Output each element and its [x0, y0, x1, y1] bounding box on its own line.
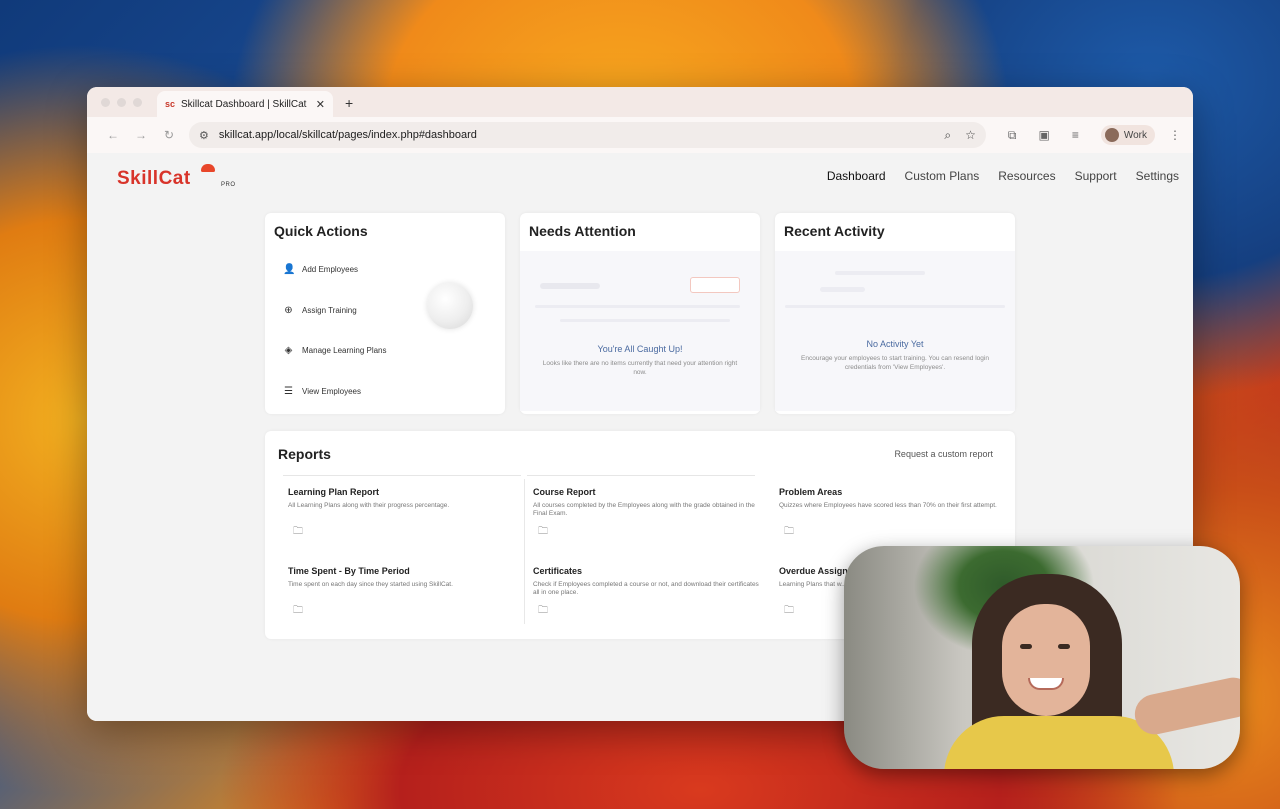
bookmark-star-icon[interactable]: ☆	[965, 128, 976, 143]
report-time-spent[interactable]: Time Spent - By Time Period Time spent o…	[288, 566, 518, 620]
back-icon[interactable]: ←	[99, 128, 127, 142]
logo-pro-label: PRO	[221, 182, 236, 188]
folder-icon[interactable]: 🗀	[293, 524, 518, 541]
tab-strip: sc Skillcat Dashboard | SkillCat ✕ +	[87, 87, 1193, 117]
extensions-icon[interactable]: ⧉	[1008, 128, 1017, 143]
add-user-icon: 👤	[283, 264, 296, 275]
list-icon: ☰	[284, 386, 293, 397]
loading-spinner	[427, 283, 473, 329]
report-title: Certificates	[533, 566, 583, 576]
presenter-eye	[1020, 644, 1032, 649]
nav-settings[interactable]: Settings	[1136, 169, 1179, 183]
request-custom-report-link[interactable]: Request a custom report	[894, 449, 993, 459]
tag-icon: ◈	[284, 345, 293, 356]
site-info-icon[interactable]: ⚙	[199, 129, 209, 142]
divider	[283, 475, 521, 476]
recent-activity-title: Recent Activity	[784, 223, 885, 239]
hard-hat-icon	[201, 164, 215, 172]
address-bar[interactable]: ⚙ skillcat.app/local/skillcat/pages/inde…	[189, 122, 986, 148]
reload-icon[interactable]: ↻	[155, 128, 183, 142]
caught-up-heading: You're All Caught Up!	[597, 344, 683, 354]
needs-attention-title: Needs Attention	[529, 223, 636, 239]
add-employees-action[interactable]: 👤 Add Employees	[283, 264, 358, 275]
empty-state-backdrop	[775, 251, 1015, 411]
reading-list-icon[interactable]: ≡	[1072, 128, 1079, 142]
browser-toolbar: ← → ↻ ⚙ skillcat.app/local/skillcat/page…	[87, 117, 1193, 153]
report-course[interactable]: Course Report All courses completed by t…	[533, 487, 763, 541]
placeholder-line	[535, 305, 740, 308]
profile-button[interactable]: Work	[1100, 125, 1155, 145]
quick-actions-card: Quick Actions 👤 Add Employees ⊕ Assign T…	[265, 213, 505, 414]
no-activity-heading: No Activity Yet	[866, 339, 924, 349]
action-label: View Employees	[302, 387, 361, 396]
report-description: All courses completed by the Employees a…	[533, 502, 755, 517]
side-panel-icon[interactable]: ▣	[1038, 128, 1049, 142]
nav-resources[interactable]: Resources	[998, 169, 1055, 183]
placeholder-line	[835, 271, 925, 275]
column-divider	[524, 479, 525, 624]
maximize-window-icon[interactable]	[133, 98, 142, 107]
folder-icon[interactable]: 🗀	[293, 603, 518, 620]
placeholder-button	[690, 277, 740, 293]
assign-training-action[interactable]: ⊕ Assign Training	[283, 305, 357, 316]
window-controls[interactable]	[101, 98, 142, 107]
recent-activity-card: Recent Activity No Activity Yet Encourag…	[775, 213, 1015, 414]
browser-tab[interactable]: sc Skillcat Dashboard | SkillCat ✕	[157, 91, 333, 117]
no-activity-text: Encourage your employees to start traini…	[801, 355, 989, 371]
close-tab-icon[interactable]: ✕	[316, 98, 325, 111]
new-tab-icon[interactable]: +	[345, 95, 353, 111]
minimize-window-icon[interactable]	[117, 98, 126, 107]
empty-state-backdrop	[520, 251, 760, 411]
report-description: Quizzes where Employees have scored less…	[779, 502, 997, 509]
action-label: Add Employees	[302, 265, 359, 274]
zoom-icon[interactable]: ⌕	[944, 128, 951, 143]
more-menu-icon[interactable]: ⋮	[1169, 128, 1181, 142]
top-navigation: Dashboard Custom Plans Resources Support…	[827, 169, 1179, 183]
url-text[interactable]: skillcat.app/local/skillcat/pages/index.…	[219, 129, 945, 141]
report-description: All Learning Plans along with their prog…	[288, 502, 450, 509]
action-label: Assign Training	[302, 306, 357, 315]
nav-support[interactable]: Support	[1075, 169, 1117, 183]
skillcat-logo[interactable]: SkillCat PRO	[117, 164, 235, 190]
presenter-eye	[1058, 644, 1070, 649]
profile-label: Work	[1123, 129, 1147, 141]
placeholder-line	[785, 305, 1005, 308]
nav-dashboard[interactable]: Dashboard	[827, 169, 886, 183]
presenter-webcam	[844, 546, 1240, 769]
report-title: Time Spent - By Time Period	[288, 566, 410, 576]
report-learning-plan[interactable]: Learning Plan Report All Learning Plans …	[288, 487, 518, 541]
folder-icon[interactable]: 🗀	[538, 603, 763, 620]
report-problem-areas[interactable]: Problem Areas Quizzes where Employees ha…	[779, 487, 1009, 541]
view-employees-action[interactable]: ☰ View Employees	[283, 386, 361, 397]
report-description: Time spent on each day since they starte…	[288, 581, 453, 588]
needs-attention-card: Needs Attention You're All Caught Up! Lo…	[520, 213, 760, 414]
placeholder-line	[820, 287, 865, 292]
folder-icon[interactable]: 🗀	[784, 524, 1009, 541]
placeholder-bar	[540, 283, 600, 289]
reports-title: Reports	[278, 446, 331, 462]
report-certificates[interactable]: Certificates Check if Employees complete…	[533, 566, 763, 620]
report-title: Problem Areas	[779, 487, 843, 497]
quick-actions-title: Quick Actions	[274, 223, 368, 239]
nav-custom-plans[interactable]: Custom Plans	[905, 169, 980, 183]
report-title: Learning Plan Report	[288, 487, 380, 497]
avatar	[1104, 128, 1119, 142]
close-window-icon[interactable]	[101, 98, 110, 107]
manage-learning-plans-action[interactable]: ◈ Manage Learning Plans	[283, 345, 387, 356]
report-title: Course Report	[533, 487, 596, 497]
presenter-arm	[1131, 673, 1240, 739]
report-description: Check if Employees completed a course or…	[533, 581, 759, 596]
plus-circle-icon: ⊕	[284, 305, 293, 316]
logo-text: SkillCat	[117, 168, 191, 189]
tab-title: Skillcat Dashboard | SkillCat	[181, 98, 307, 110]
folder-icon[interactable]: 🗀	[538, 524, 763, 541]
action-label: Manage Learning Plans	[302, 346, 387, 355]
presenter-face	[1002, 604, 1090, 716]
placeholder-line	[560, 319, 730, 322]
caught-up-text: Looks like there are no items currently …	[542, 360, 738, 376]
skillcat-favicon-icon: sc	[165, 99, 176, 109]
forward-icon[interactable]: →	[127, 128, 155, 142]
divider	[527, 475, 755, 476]
